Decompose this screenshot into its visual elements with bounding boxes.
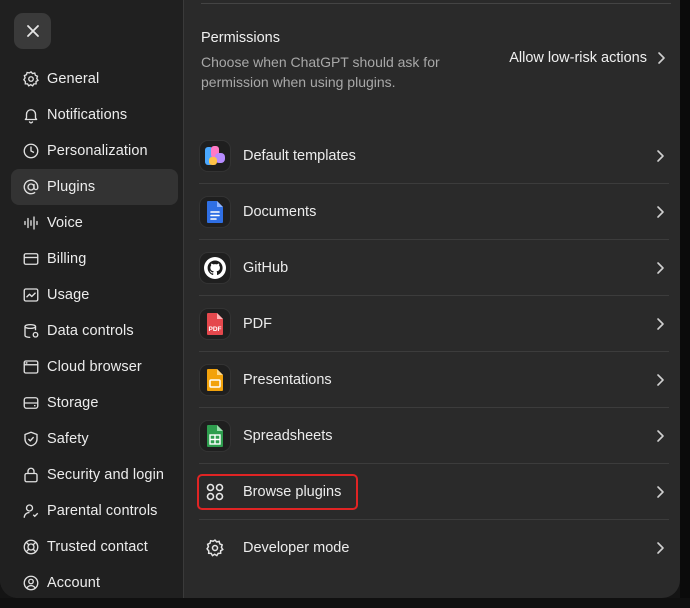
personalization-icon (21, 141, 41, 161)
sidebar-item-storage[interactable]: Storage (11, 385, 178, 421)
grid-icon (199, 476, 231, 508)
chevron-right-icon (657, 429, 664, 442)
settings-dialog: General Notifications Personalization Pl… (0, 0, 680, 598)
lifebuoy-icon (21, 537, 41, 557)
sidebar-item-label: Parental controls (47, 503, 158, 519)
chevron-right-icon (657, 317, 664, 330)
sidebar-item-label: Safety (47, 431, 89, 447)
background-edge-bottom (0, 598, 690, 608)
plugin-row-developer-mode[interactable]: Developer mode (199, 520, 669, 576)
gear-icon (21, 69, 41, 89)
sidebar-nav: General Notifications Personalization Pl… (11, 61, 178, 598)
sidebar-item-label: General (47, 71, 100, 87)
background-edge (680, 0, 690, 608)
sidebar-item-billing[interactable]: Billing (11, 241, 178, 277)
sidebar-item-trusted-contact[interactable]: Trusted contact (11, 529, 178, 565)
chevron-right-icon (657, 485, 664, 498)
gear-icon (199, 532, 231, 564)
sidebar-item-plugins[interactable]: Plugins (11, 169, 178, 205)
plugin-label: Browse plugins (243, 483, 342, 500)
sidebar-item-label: Voice (47, 215, 83, 231)
plugin-row-default-templates[interactable]: Default templates (199, 128, 669, 184)
plugin-label: Developer mode (243, 540, 350, 556)
browser-icon (21, 357, 41, 377)
sidebar-item-general[interactable]: General (11, 61, 178, 97)
sidebar-item-usage[interactable]: Usage (11, 277, 178, 313)
pdf-icon: PDF (199, 307, 231, 340)
plugin-row-github[interactable]: GitHub (199, 240, 669, 296)
permissions-dropdown[interactable]: Allow low-risk actions (509, 50, 666, 66)
sidebar-item-label: Security and login (47, 467, 165, 483)
permissions-title: Permissions (201, 30, 280, 46)
close-button[interactable] (14, 13, 51, 49)
plugin-label: Spreadsheets (243, 427, 333, 444)
sidebar-item-label: Cloud browser (47, 359, 142, 375)
database-icon (21, 321, 41, 341)
sidebar-item-label: Storage (47, 395, 99, 411)
documents-icon (199, 195, 231, 228)
plugin-list: Default templates Documents GitHub PDF P… (197, 128, 669, 576)
sidebar-item-personalization[interactable]: Personalization (11, 133, 178, 169)
plugin-label: Documents (243, 203, 317, 220)
sidebar-item-label: Account (47, 575, 101, 591)
sidebar-item-account[interactable]: Account (11, 565, 178, 598)
sidebar-item-label: Data controls (47, 323, 134, 339)
plugin-row-browse-plugins[interactable]: Browse plugins (197, 464, 669, 520)
permissions-description: Choose when ChatGPT should ask for permi… (201, 54, 440, 90)
sidebar-item-parental-controls[interactable]: Parental controls (11, 493, 178, 529)
chevron-right-icon (657, 261, 664, 274)
github-icon (199, 251, 231, 284)
presentations-icon (199, 363, 231, 396)
bell-icon (21, 105, 41, 125)
divider (201, 3, 671, 4)
plugin-label: Presentations (243, 371, 332, 388)
plugin-row-pdf[interactable]: PDF PDF (199, 296, 669, 352)
chevron-right-icon (657, 149, 664, 162)
sidebar-item-label: Billing (47, 251, 87, 267)
chevron-right-icon (658, 52, 665, 64)
sidebar-item-security-and-login[interactable]: Security and login (11, 457, 178, 493)
plugin-row-presentations[interactable]: Presentations (199, 352, 669, 408)
pdf-icon-text: PDF (209, 326, 222, 333)
at-sign-icon (21, 177, 41, 197)
plugin-row-documents[interactable]: Documents (199, 184, 669, 240)
sidebar-item-label: Personalization (47, 143, 148, 159)
sidebar-item-data-controls[interactable]: Data controls (11, 313, 178, 349)
waveform-icon (21, 213, 41, 233)
sidebar-item-notifications[interactable]: Notifications (11, 97, 178, 133)
sidebar-item-label: Plugins (47, 179, 96, 195)
sidebar-item-voice[interactable]: Voice (11, 205, 178, 241)
chevron-right-icon (657, 373, 664, 386)
credit-card-icon (21, 249, 41, 269)
plugins-panel: Permissions Choose when ChatGPT should a… (184, 0, 680, 598)
sidebar-item-label: Notifications (47, 107, 128, 123)
sidebar-item-cloud-browser[interactable]: Cloud browser (11, 349, 178, 385)
spreadsheets-icon (199, 419, 231, 452)
sidebar-item-label: Trusted contact (47, 539, 148, 555)
plugin-label: Default templates (243, 147, 356, 164)
settings-sidebar: General Notifications Personalization Pl… (0, 0, 184, 598)
sidebar-item-safety[interactable]: Safety (11, 421, 178, 457)
templates-icon (199, 139, 231, 172)
plugin-label: PDF (243, 315, 272, 332)
chevron-right-icon (657, 205, 664, 218)
account-icon (21, 573, 41, 593)
sidebar-item-label: Usage (47, 287, 90, 303)
close-icon (26, 25, 39, 37)
chart-icon (21, 285, 41, 305)
storage-icon (21, 393, 41, 413)
plugin-row-spreadsheets[interactable]: Spreadsheets (199, 408, 669, 464)
plugin-label: GitHub (243, 259, 289, 276)
chevron-right-icon (657, 542, 664, 554)
lock-icon (21, 465, 41, 485)
permissions-value: Allow low-risk actions (509, 50, 647, 66)
person-icon (21, 501, 41, 521)
shield-icon (21, 429, 41, 449)
